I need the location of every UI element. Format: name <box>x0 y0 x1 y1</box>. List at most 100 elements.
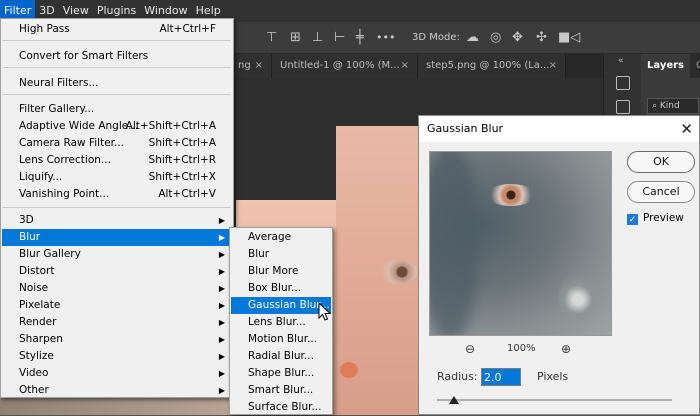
preview-nose <box>558 272 608 322</box>
menu-item-video[interactable]: Video ▶ <box>2 365 232 382</box>
preview-checkbox[interactable]: ✓ Preview <box>627 212 684 225</box>
canvas-photo-lip <box>340 362 358 378</box>
tab-document-1[interactable]: ng × <box>230 54 272 78</box>
menu-separator <box>3 40 231 41</box>
menu-item-convert-smart[interactable]: Convert for Smart Filters <box>2 48 232 65</box>
radius-label: Radius: <box>437 370 478 383</box>
menu-item-sharpen[interactable]: Sharpen ▶ <box>2 331 232 348</box>
submenu-item-shape-blur[interactable]: Shape Blur... <box>231 365 331 382</box>
panel-icon[interactable] <box>616 100 630 114</box>
menu-item-filter-gallery[interactable]: Filter Gallery... <box>2 101 232 118</box>
menu-item-label: Liquify... <box>19 171 63 183</box>
3d-slide-icon[interactable]: ✣ <box>536 31 547 44</box>
submenu-arrow-icon: ▶ <box>218 335 225 344</box>
menu-item-camera-raw[interactable]: Camera Raw Filter... Shift+Ctrl+A <box>2 135 232 152</box>
3d-pan-icon[interactable]: ✥ <box>512 31 523 44</box>
tab-label: ng <box>238 60 251 71</box>
radius-input[interactable] <box>481 368 521 386</box>
submenu-arrow-icon: ▶ <box>218 267 225 276</box>
gaussian-blur-dialog: Gaussian Blur ✕ ⊖ 100% ⊕ OK Cancel ✓ Prev… <box>418 115 700 415</box>
close-icon[interactable]: × <box>255 54 263 78</box>
menu-item-noise[interactable]: Noise ▶ <box>2 280 232 297</box>
menu-item-3d[interactable]: 3D ▶ <box>2 212 232 229</box>
menu-item-liquify[interactable]: Liquify... Shift+Ctrl+X <box>2 169 232 186</box>
close-icon[interactable]: × <box>401 54 409 78</box>
collapse-panels-icon[interactable]: « <box>618 56 624 66</box>
menu-separator <box>3 94 231 95</box>
cancel-button[interactable]: Cancel <box>627 181 695 203</box>
layer-filter-kind[interactable]: ⌕ Kind <box>647 98 699 114</box>
menu-item-render[interactable]: Render ▶ <box>2 314 232 331</box>
mouse-pointer-icon <box>318 302 332 321</box>
submenu-item-lens-blur[interactable]: Lens Blur... <box>231 314 331 331</box>
menu-item-pixelate[interactable]: Pixelate ▶ <box>2 297 232 314</box>
submenu-item-smart-blur[interactable]: Smart Blur... <box>231 382 331 399</box>
submenu-item-surface-blur[interactable]: Surface Blur... <box>231 399 331 416</box>
menu-item-stylize[interactable]: Stylize ▶ <box>2 348 232 365</box>
tab-document-2[interactable]: Untitled-1 @ 100% (M... × <box>272 54 418 78</box>
menu-item-neural-filters[interactable]: Neural Filters... <box>2 75 232 92</box>
submenu-arrow-icon: ▶ <box>218 250 225 259</box>
submenu-item-motion-blur[interactable]: Motion Blur... <box>231 331 331 348</box>
ok-button[interactable]: OK <box>627 151 695 173</box>
menu-item-label: Convert for Smart Filters <box>19 50 149 62</box>
menu-item-other[interactable]: Other ▶ <box>2 382 232 399</box>
menu-item-adaptive-wide-angle[interactable]: Adaptive Wide Angle... Alt+Shift+Ctrl+A <box>2 118 232 135</box>
menu-item-label: Other <box>19 384 49 396</box>
menu-shortcut: Shift+Ctrl+R <box>148 154 216 166</box>
close-icon[interactable]: ✕ <box>680 116 693 142</box>
zoom-out-icon[interactable]: ⊖ <box>465 343 475 355</box>
3d-scale-icon[interactable]: ■◁ <box>558 31 580 44</box>
menu-item-vanishing-point[interactable]: Vanishing Point... Alt+Ctrl+V <box>2 186 232 203</box>
submenu-item-gaussian-blur[interactable]: Gaussian Blur... <box>231 297 331 314</box>
menu-item-label: 3D <box>19 214 34 226</box>
submenu-item-blur[interactable]: Blur <box>231 246 331 263</box>
align-bottom-icon[interactable]: ⊥ <box>312 31 323 44</box>
submenu-arrow-icon: ▶ <box>218 386 225 395</box>
menu-item-label: Render <box>19 316 57 328</box>
tab-document-3[interactable]: step5.png @ 100% (La... × <box>418 54 566 78</box>
submenu-item-average[interactable]: Average <box>231 229 331 246</box>
tab-layers[interactable]: Layers <box>641 54 690 78</box>
menu-item-blur[interactable]: Blur ▶ <box>2 229 232 246</box>
menu-item-label: Lens Correction... <box>19 154 111 166</box>
close-icon[interactable]: × <box>549 54 557 78</box>
menu-item-lens-correction[interactable]: Lens Correction... Shift+Ctrl+R <box>2 152 232 169</box>
3d-roll-icon[interactable]: ◎ <box>490 31 501 44</box>
menu-item-high-pass[interactable]: High Pass Alt+Ctrl+F <box>2 21 232 38</box>
menu-separator <box>3 67 231 68</box>
kind-label: Kind <box>659 101 680 111</box>
submenu-arrow-icon: ▶ <box>218 284 225 293</box>
menu-item-blur-gallery[interactable]: Blur Gallery ▶ <box>2 246 232 263</box>
submenu-arrow-icon: ▶ <box>218 216 225 225</box>
blur-preview-image[interactable] <box>429 151 612 336</box>
submenu-arrow-icon: ▶ <box>218 301 225 310</box>
panel-icon[interactable] <box>616 76 630 90</box>
menu-item-label: Sharpen <box>19 333 63 345</box>
menu-item-label: Blur <box>19 231 41 243</box>
radius-slider-track[interactable] <box>437 399 672 401</box>
menu-item-label: Adaptive Wide Angle... <box>19 120 139 132</box>
more-options-icon[interactable]: ••• <box>376 31 395 44</box>
menu-item-label: Stylize <box>19 350 54 362</box>
3d-orbit-icon[interactable]: ☁ <box>466 31 479 44</box>
preview-eye <box>486 184 536 206</box>
submenu-arrow-icon: ▶ <box>218 369 225 378</box>
submenu-item-blur-more[interactable]: Blur More <box>231 263 331 280</box>
tab-label: step5.png @ 100% (La... <box>426 60 550 71</box>
align-top-icon[interactable]: ⊤ <box>266 31 277 44</box>
align-vcenter-icon[interactable]: ⊞ <box>290 31 301 44</box>
menu-item-label: Vanishing Point... <box>19 188 110 200</box>
zoom-in-icon[interactable]: ⊕ <box>561 343 571 355</box>
tab-channels[interactable]: Ch <box>690 54 700 78</box>
menu-item-label: Noise <box>19 282 49 294</box>
submenu-item-radial-blur[interactable]: Radial Blur... <box>231 348 331 365</box>
submenu-item-box-blur[interactable]: Box Blur... <box>231 280 331 297</box>
dialog-title-text: Gaussian Blur <box>427 122 504 135</box>
radius-slider-thumb[interactable] <box>449 396 459 404</box>
align-left-icon[interactable]: ⊢ <box>334 31 345 44</box>
align-hcenter-icon[interactable]: ╪ <box>356 31 364 44</box>
menu-item-label: Filter Gallery... <box>19 103 95 115</box>
menu-item-distort[interactable]: Distort ▶ <box>2 263 232 280</box>
menu-item-label: Video <box>19 367 49 379</box>
